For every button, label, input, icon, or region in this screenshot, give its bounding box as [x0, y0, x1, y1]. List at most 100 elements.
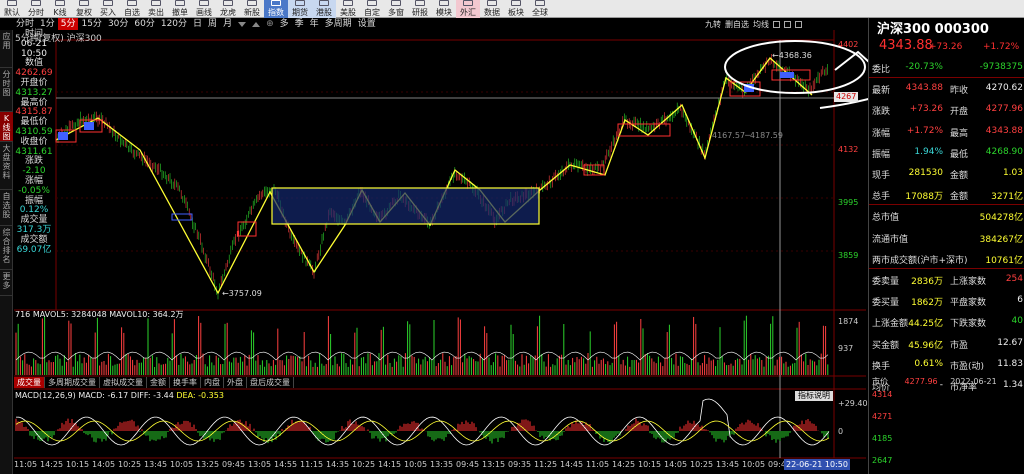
indicator-tabs: 成交量 多周期成交量 虚拟成交量 金额 换手率 内盘 外盘 盘后成交量 — [14, 377, 294, 388]
index-change: +73.26 — [929, 42, 963, 52]
macd-legend-diff: DIFF: -3.44 — [130, 391, 174, 400]
time-axis-label: 14:15 — [378, 460, 402, 469]
quote-value: 254 — [1005, 274, 1023, 284]
quote-label: 开盘 — [950, 107, 969, 118]
quote-value: 44.25亿 — [908, 319, 943, 330]
pattern-fill — [780, 72, 794, 78]
time-axis-label: 13:45 — [144, 460, 168, 469]
indicator-tab[interactable]: 多周期成交量 — [45, 377, 100, 388]
time-axis-label: 14:35 — [326, 460, 350, 469]
indicator-tab[interactable]: 内盘 — [201, 377, 224, 388]
quote-label: 振幅 — [872, 149, 891, 160]
quote-divider — [869, 77, 1024, 78]
macd-legend: MACD(12,26,9) MACD: -6.17 DIFF: -3.44 DE… — [15, 391, 224, 400]
quote-value: 40 — [1011, 316, 1023, 327]
quote-value: -9738375 — [979, 62, 1023, 72]
quote-value: 1.94% — [914, 146, 943, 157]
quote-label: 平盘家数 — [950, 298, 987, 309]
quote-value: 45.96亿 — [908, 340, 943, 351]
stock-title: 5分钟(复权) 沪深300 — [15, 34, 102, 44]
pattern-box — [617, 123, 671, 137]
quote-label: 现手 — [872, 171, 891, 181]
time-axis-label: 10:15 — [66, 460, 90, 469]
macd-axis-zero: 0 — [838, 427, 844, 436]
low-price-annotation: ←3757.09 — [222, 289, 262, 298]
quote-value: 4343.88 — [905, 83, 943, 94]
quote-value: 2836万 — [911, 277, 943, 287]
quote-label: 换手 — [872, 361, 891, 372]
volume-axis-top: 1874 — [838, 317, 859, 326]
quote-row: 委卖量 2836万 上涨家数 254 — [872, 270, 1023, 288]
quote-label: 最高 — [950, 128, 969, 139]
time-axis-label: 11:05 — [14, 460, 38, 469]
indicator-tab[interactable]: 换手率 — [170, 377, 201, 388]
time-axis-label: 14:05 — [92, 460, 116, 469]
quote-row: 最新 4343.88 昨收 4270.62 — [872, 79, 1023, 97]
quote-label: 委买量 — [872, 298, 900, 309]
volume-legend: 716 MAVOL5: 3284048 MAVOL10: 364.2万 — [15, 309, 184, 320]
time-axis-label: 14:45 — [560, 460, 584, 469]
quote-label: 金额 — [950, 192, 969, 203]
quote-label: 最新 — [872, 86, 891, 97]
quote-label: 下跌家数 — [950, 319, 987, 330]
mini-chart-date: 2022-06-21 — [950, 377, 997, 386]
quote-value: +73.26 — [909, 104, 943, 115]
mini-chart-price: 4277.96 — [904, 377, 938, 386]
quote-label: 市盈 — [950, 340, 969, 351]
quote-value: -20.73% — [905, 62, 943, 72]
price-axis-label: 3995 — [838, 198, 859, 207]
time-axis-label: 10:15 — [638, 460, 662, 469]
quote-row: 总手 17088万 金额 3271亿 — [872, 185, 1023, 203]
quote-value: 10761亿 — [985, 255, 1023, 266]
time-axis-label: 11:05 — [586, 460, 610, 469]
quote-label: 市盈(动) — [950, 361, 985, 372]
quote-value: 1862万 — [911, 298, 943, 309]
time-axis-label: 09:45 — [456, 460, 480, 469]
indicator-tab[interactable]: 盘后成交量 — [247, 377, 294, 388]
quote-value: 6 — [1017, 295, 1023, 306]
quote-panel: 沪深300 000300 4343.88 +73.26 +1.72% 委比 -20… — [868, 18, 1024, 474]
time-axis-label: 14:25 — [40, 460, 64, 469]
quote-value: 4268.90 — [985, 146, 1023, 157]
quote-value: 281530 — [908, 168, 943, 178]
mavol5-line — [15, 351, 829, 361]
indicator-tab[interactable]: 金额 — [147, 377, 170, 388]
quote-label: 委比 — [872, 65, 891, 75]
mini-axis-label: 2647 — [872, 456, 893, 465]
time-axis-label: 09:45 — [222, 460, 246, 469]
volume-bars — [15, 315, 829, 375]
quote-row: 总市值 504278亿 — [872, 206, 1023, 224]
quote-label: 上涨金额 — [872, 319, 909, 330]
quote-divider — [869, 204, 1024, 206]
time-axis-label: 11:25 — [534, 460, 558, 469]
time-axis-label: 13:05 — [248, 460, 272, 469]
quote-row: 现手 281530 金额 1.03 — [872, 164, 1023, 182]
volume-axis-mid: 937 — [838, 344, 854, 353]
quote-value: +1.72% — [906, 125, 943, 136]
quote-value: 3271亿 — [991, 192, 1023, 203]
quote-label: 委卖量 — [872, 277, 900, 287]
macd-legend-macd: MACD: -6.17 — [78, 391, 129, 400]
quote-value: 12.67 — [997, 337, 1023, 348]
indicator-tab[interactable]: 虚拟成交量 — [100, 377, 147, 388]
quote-value: 384267亿 — [979, 234, 1023, 245]
mid-price-annotation: 4167.57─4187.59 — [712, 131, 783, 140]
time-axis-label: 10:05 — [404, 460, 428, 469]
indicator-tab[interactable]: 成交量 — [14, 377, 45, 388]
quote-divider — [869, 267, 1024, 269]
quote-value: 1.03 — [1002, 168, 1023, 178]
indicator-help-button[interactable]: 指标说明 — [795, 391, 833, 401]
quote-row: 买金额 45.96亿 市盈 12.67 — [872, 334, 1023, 352]
quote-row: 涨跌 +73.26 开盘 4277.96 — [872, 100, 1023, 118]
time-axis-label: 14:55 — [274, 460, 298, 469]
mini-axis-label: 4314 — [872, 390, 893, 399]
current-price-tag: 4267 — [834, 92, 859, 102]
quote-row: 振幅 1.94% 最低 4268.90 — [872, 143, 1023, 161]
macd-legend-name: MACD(12,26,9) — [15, 391, 76, 400]
quote-label: 涨跌 — [872, 107, 891, 118]
time-axis-label: 10:05 — [742, 460, 766, 469]
indicator-tab[interactable]: 外盘 — [224, 377, 247, 388]
quote-row: 委比 -20.73% -9738375 — [872, 58, 1023, 76]
index-title: 沪深300 000300 — [877, 22, 989, 37]
quote-label: 总手 — [872, 192, 891, 203]
